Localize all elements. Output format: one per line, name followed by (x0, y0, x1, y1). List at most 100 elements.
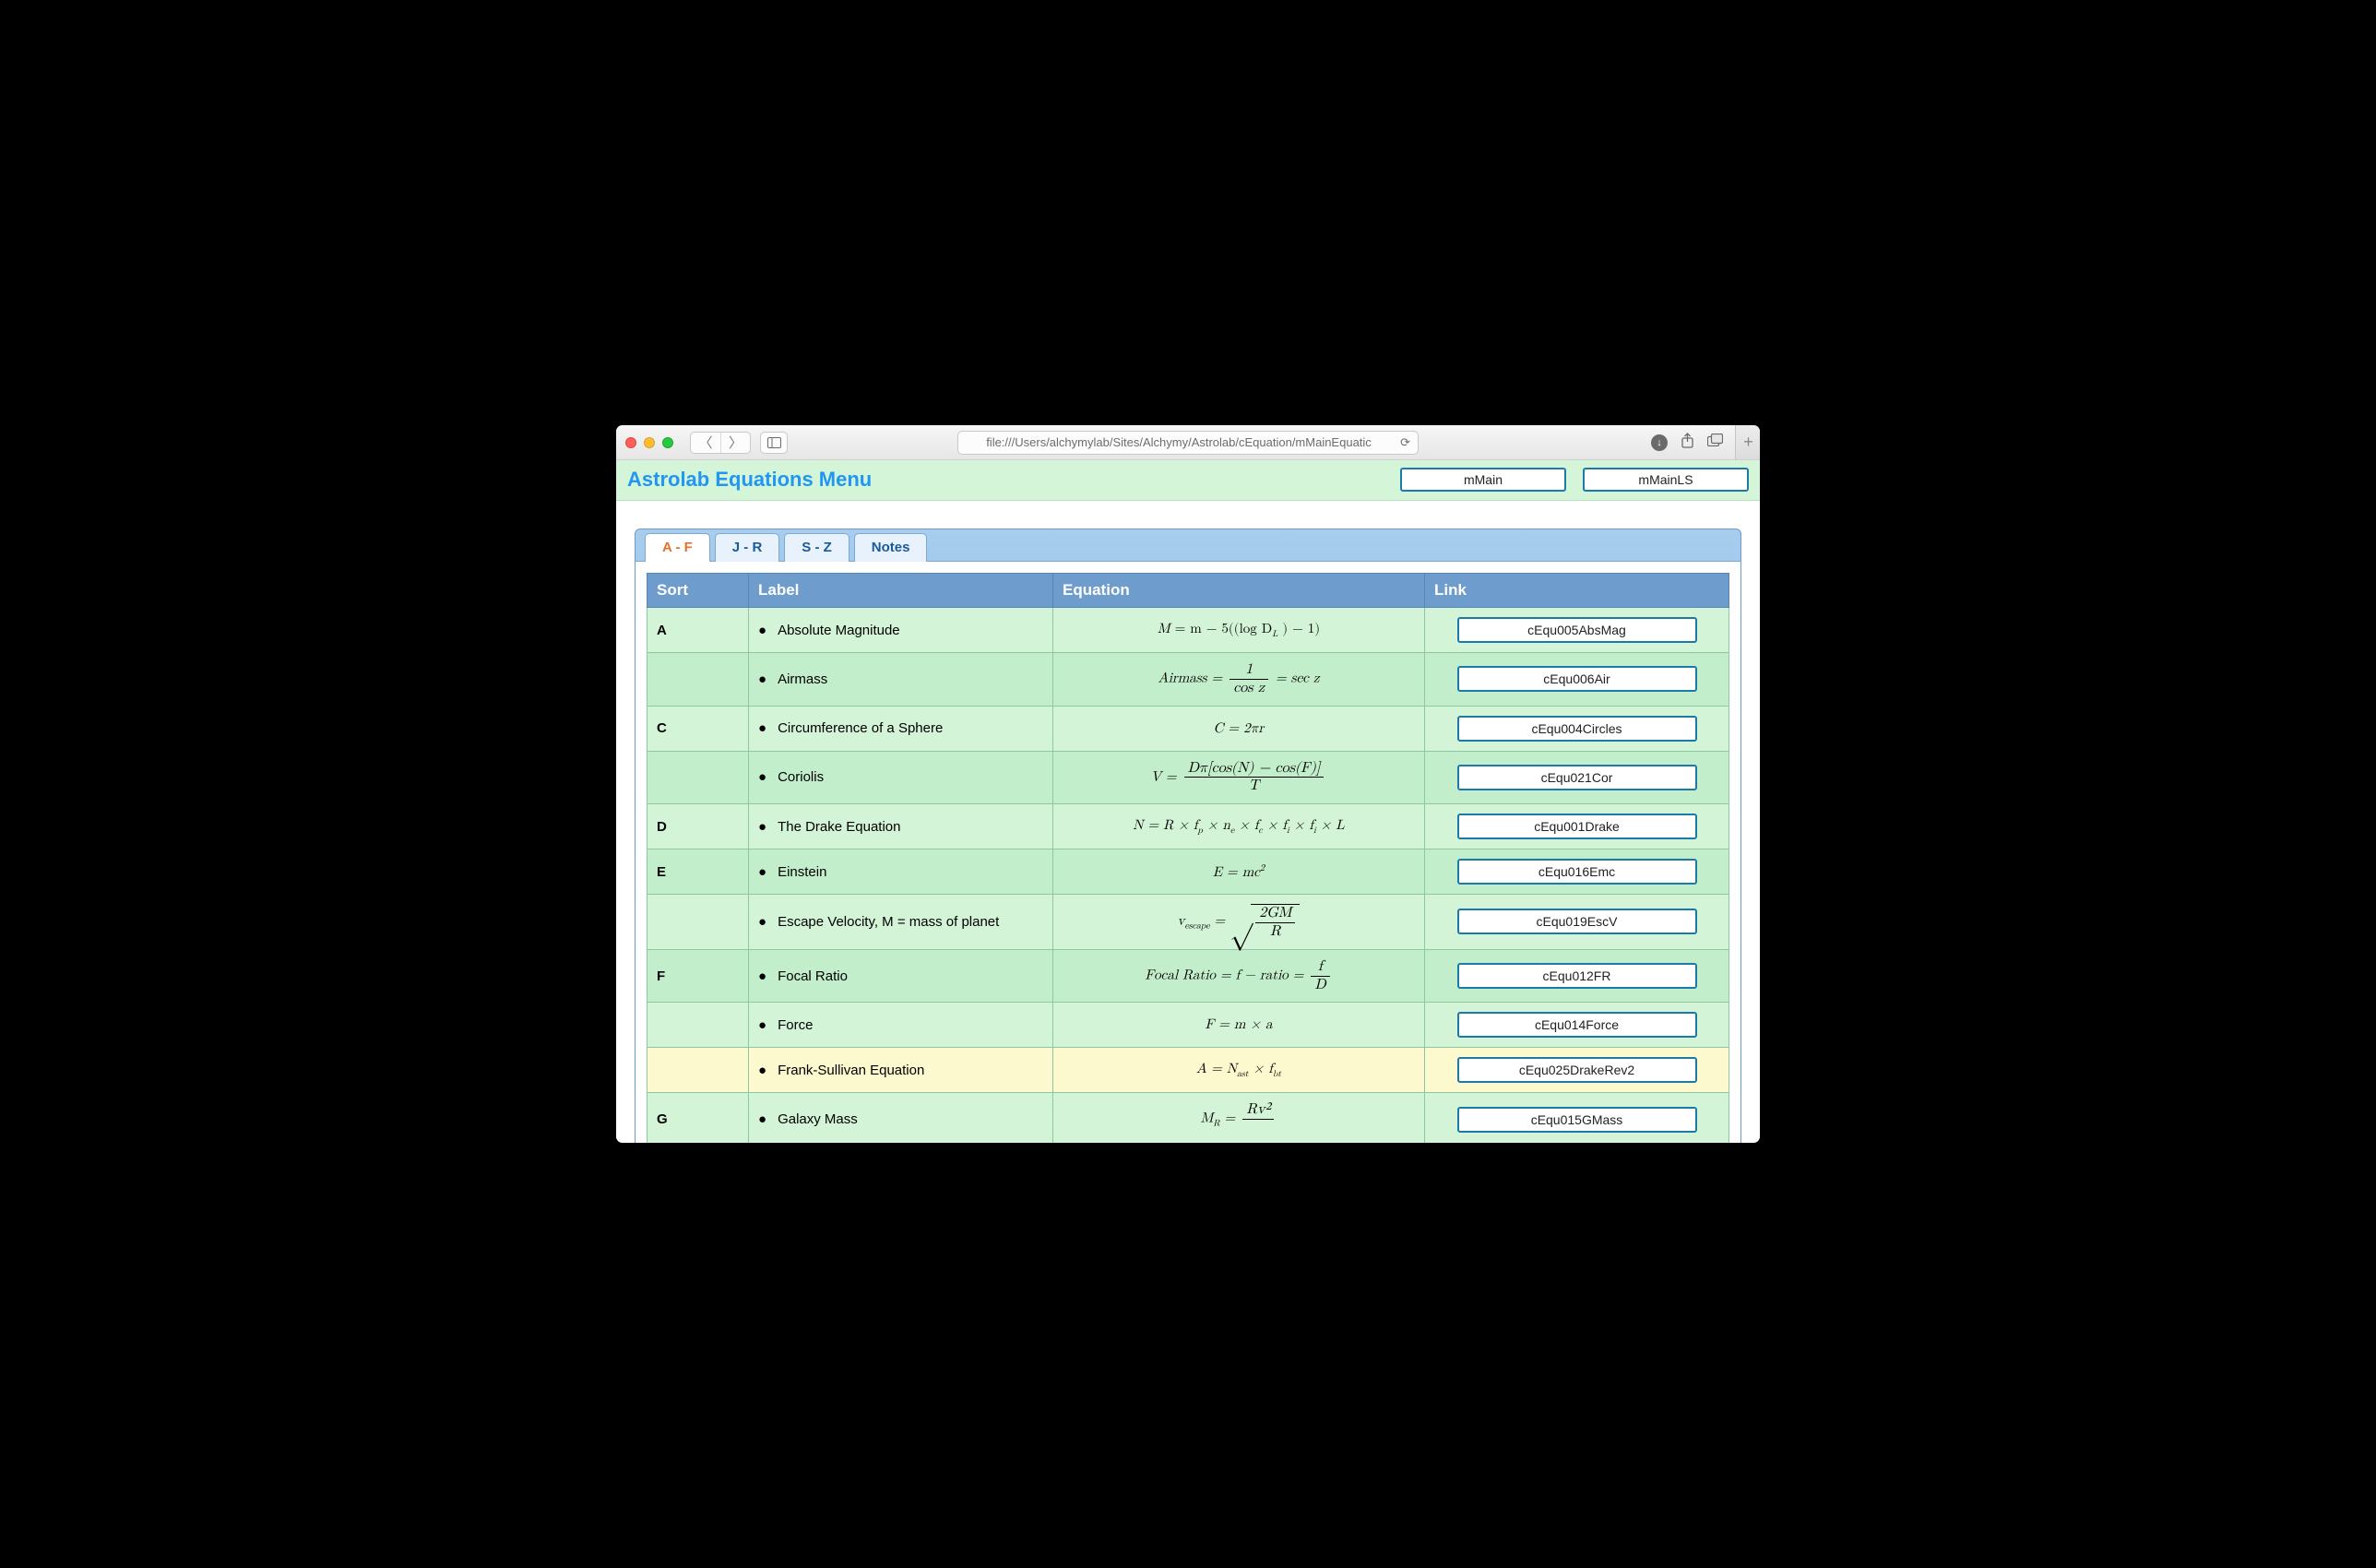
equation-cell: V = Dπ[cos(N) − cos(F)]T (1053, 751, 1425, 804)
table-header-row: Sort Label Equation Link (647, 574, 1729, 608)
share-icon[interactable] (1681, 433, 1694, 453)
equation-cell: C = 2πr (1053, 706, 1425, 751)
tab-j-r[interactable]: J - R (715, 533, 780, 562)
link-cell: cEqu012FR (1425, 949, 1729, 1003)
equation-cell: F = m × a (1053, 1003, 1425, 1048)
label-cell: ●Einstein (749, 849, 1053, 895)
sort-cell: E (647, 849, 749, 895)
equation-link-button[interactable]: cEqu021Cor (1457, 765, 1697, 790)
equation-table: Sort Label Equation Link A ●Absolute Mag… (647, 573, 1729, 1143)
equation-link-button[interactable]: cEqu006Air (1457, 666, 1697, 692)
sort-cell: C (647, 706, 749, 751)
sort-cell: D (647, 804, 749, 849)
table-row: ●Force F = m × a cEqu014Force (647, 1003, 1729, 1048)
browser-toolbar: 〈 〉 file:///Users/alchymylab/Sites/Alchy… (616, 425, 1760, 460)
label-cell: ●Force (749, 1003, 1053, 1048)
link-cell: cEqu006Air (1425, 653, 1729, 707)
equation-link-button[interactable]: cEqu012FR (1457, 963, 1697, 989)
link-cell: cEqu001Drake (1425, 804, 1729, 849)
downloads-icon[interactable]: ↓ (1651, 434, 1668, 451)
forward-button[interactable]: 〉 (720, 433, 750, 453)
label-cell: ●Airmass (749, 653, 1053, 707)
label-cell: ●Galaxy Mass (749, 1093, 1053, 1143)
header-button-mmain[interactable]: mMain (1400, 468, 1566, 492)
table-row: C ●Circumference of a Sphere C = 2πr cEq… (647, 706, 1729, 751)
equation-cell: E = mc2 (1053, 849, 1425, 895)
equation-cell: vescape = √2GMR (1053, 895, 1425, 950)
label-cell: ●Circumference of a Sphere (749, 706, 1053, 751)
col-link: Link (1425, 574, 1729, 608)
table-row: D ●The Drake Equation N = R × fp × ne × … (647, 804, 1729, 849)
link-cell: cEqu019EscV (1425, 895, 1729, 950)
table-row: ●Frank-Sullivan Equation A = Nast × fbt … (647, 1048, 1729, 1093)
equation-cell: Focal Ratio = f − ratio = fD (1053, 949, 1425, 1003)
new-tab-button[interactable]: + (1735, 425, 1760, 459)
close-window-button[interactable] (625, 437, 636, 448)
tab-row: A - F J - R S - Z Notes (636, 533, 1740, 562)
link-cell: cEqu021Cor (1425, 751, 1729, 804)
table-row: A ●Absolute Magnitude M = m − 5((log DL … (647, 608, 1729, 653)
equation-cell: A = Nast × fbt (1053, 1048, 1425, 1093)
zoom-window-button[interactable] (662, 437, 673, 448)
equation-link-button[interactable]: cEqu014Force (1457, 1012, 1697, 1038)
table-row: G ●Galaxy Mass MR = Rv² cEqu015GMass (647, 1093, 1729, 1143)
page-viewport: Astrolab Equations Menu mMain mMainLS A … (616, 460, 1760, 1143)
label-cell: ●The Drake Equation (749, 804, 1053, 849)
tab-notes[interactable]: Notes (854, 533, 928, 562)
url-text: file:///Users/alchymylab/Sites/Alchymy/A… (986, 435, 1372, 449)
label-cell: ●Frank-Sullivan Equation (749, 1048, 1053, 1093)
col-equation: Equation (1053, 574, 1425, 608)
equation-cell: Airmass = 1cos z = sec z (1053, 653, 1425, 707)
equation-link-button[interactable]: cEqu004Circles (1457, 716, 1697, 742)
sort-cell (647, 751, 749, 804)
label-cell: ●Absolute Magnitude (749, 608, 1053, 653)
sort-cell: F (647, 949, 749, 1003)
link-cell: cEqu014Force (1425, 1003, 1729, 1048)
table-row: F ●Focal Ratio Focal Ratio = f − ratio =… (647, 949, 1729, 1003)
equation-link-button[interactable]: cEqu025DrakeRev2 (1457, 1057, 1697, 1083)
window-controls (625, 437, 673, 448)
label-cell: ●Escape Velocity, M = mass of planet (749, 895, 1053, 950)
tabs-icon[interactable] (1707, 434, 1723, 451)
header-button-mmainls[interactable]: mMainLS (1583, 468, 1749, 492)
col-label: Label (749, 574, 1053, 608)
table-row: ●Escape Velocity, M = mass of planet ves… (647, 895, 1729, 950)
link-cell: cEqu004Circles (1425, 706, 1729, 751)
equation-link-button[interactable]: cEqu019EscV (1457, 909, 1697, 934)
link-cell: cEqu025DrakeRev2 (1425, 1048, 1729, 1093)
equation-cell: N = R × fp × ne × fc × fi × fi × L (1053, 804, 1425, 849)
link-cell: cEqu005AbsMag (1425, 608, 1729, 653)
back-button[interactable]: 〈 (691, 433, 720, 453)
table-row: ●Coriolis V = Dπ[cos(N) − cos(F)]T cEqu0… (647, 751, 1729, 804)
equation-link-button[interactable]: cEqu016Emc (1457, 859, 1697, 885)
sort-cell (647, 1003, 749, 1048)
nav-buttons: 〈 〉 (690, 432, 751, 454)
tab-a-f[interactable]: A - F (645, 533, 710, 562)
sidebar-toggle-button[interactable] (760, 432, 788, 454)
sort-cell (647, 653, 749, 707)
reload-icon[interactable]: ⟳ (1400, 435, 1410, 450)
browser-window: 〈 〉 file:///Users/alchymylab/Sites/Alchy… (616, 425, 1760, 1143)
tab-s-z[interactable]: S - Z (784, 533, 849, 562)
table-row: ●Airmass Airmass = 1cos z = sec z cEqu00… (647, 653, 1729, 707)
col-sort: Sort (647, 574, 749, 608)
equation-cell: M = m − 5((log DL ) − 1) (1053, 608, 1425, 653)
link-cell: cEqu015GMass (1425, 1093, 1729, 1143)
link-cell: cEqu016Emc (1425, 849, 1729, 895)
minimize-window-button[interactable] (644, 437, 655, 448)
sort-cell: G (647, 1093, 749, 1143)
table-row: E ●Einstein E = mc2 cEqu016Emc (647, 849, 1729, 895)
page-header: Astrolab Equations Menu mMain mMainLS (616, 460, 1760, 501)
equation-cell: MR = Rv² (1053, 1093, 1425, 1143)
equation-link-button[interactable]: cEqu005AbsMag (1457, 617, 1697, 643)
sort-cell (647, 895, 749, 950)
label-cell: ●Coriolis (749, 751, 1053, 804)
equation-link-button[interactable]: cEqu001Drake (1457, 814, 1697, 839)
tab-panel: A - F J - R S - Z Notes Sort Label (635, 529, 1741, 1143)
sort-cell (647, 1048, 749, 1093)
label-cell: ●Focal Ratio (749, 949, 1053, 1003)
equation-link-button[interactable]: cEqu015GMass (1457, 1107, 1697, 1133)
sort-cell: A (647, 608, 749, 653)
page-title: Astrolab Equations Menu (627, 468, 1384, 492)
address-bar[interactable]: file:///Users/alchymylab/Sites/Alchymy/A… (957, 431, 1419, 455)
